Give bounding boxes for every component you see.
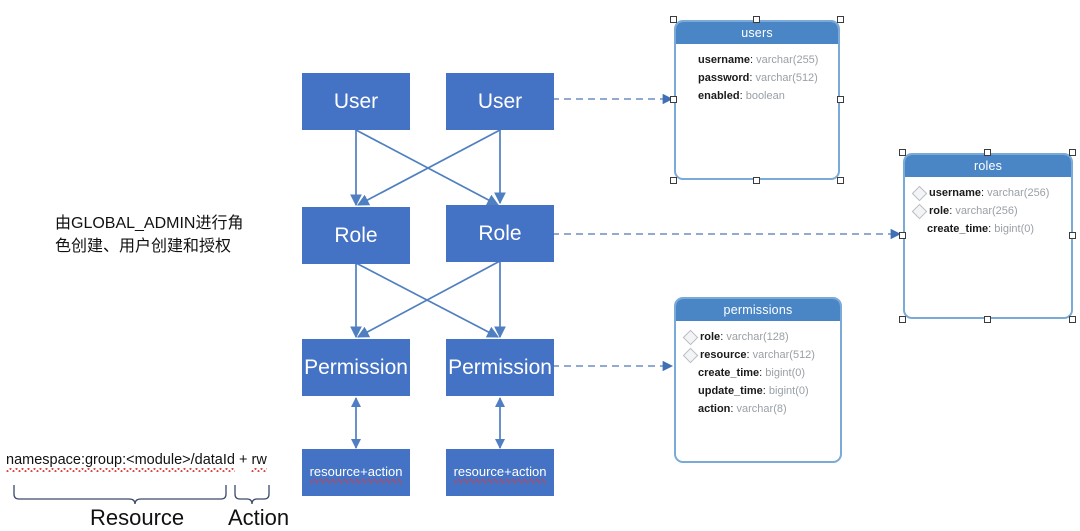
er-table-permissions-fields: role : varchar(128) resource : varchar(5… (676, 321, 840, 418)
node-role-left-label: Role (334, 223, 378, 247)
chinese-note-line2: 色创建、用户创建和授权 (55, 238, 232, 256)
chinese-note-line1: 由GLOBAL_ADMIN进行角 (55, 215, 244, 232)
table-row[interactable]: password : varchar(512) (676, 69, 838, 87)
er-table-permissions-title: permissions (676, 299, 840, 321)
expression-plus: + (234, 452, 252, 468)
field-name: username (698, 54, 750, 66)
node-resource-action-left-label: resource+action (309, 463, 403, 484)
node-user-right[interactable]: User (446, 73, 554, 130)
resize-handle-w[interactable] (899, 232, 906, 239)
resize-handle-nw[interactable] (670, 16, 677, 23)
node-permission-left-label: Permission (304, 355, 408, 379)
table-row[interactable]: action : varchar(8) (676, 400, 840, 418)
table-row[interactable]: username : varchar(256) (905, 184, 1071, 202)
node-permission-left[interactable]: Permission (302, 339, 410, 396)
table-row[interactable]: username : varchar(255) (676, 51, 838, 69)
table-row[interactable]: create_time : bigint(0) (905, 220, 1071, 238)
chinese-note: 由GLOBAL_ADMIN进行角 色创建、用户创建和授权 (55, 212, 285, 258)
brace-action-label: Action (228, 505, 290, 530)
er-table-roles[interactable]: roles username : varchar(256) role : var… (903, 153, 1073, 319)
table-row[interactable]: create_time : bigint(0) (676, 364, 840, 382)
diagram-canvas: User User Role Role Permission Permissio… (0, 0, 1080, 531)
field-name: password (698, 72, 750, 84)
er-table-permissions[interactable]: permissions role : varchar(128) resource… (674, 297, 842, 463)
edge-roleR-permL (356, 260, 501, 338)
field-type: varchar(256) (987, 187, 1050, 199)
brace-resource-label: Resource (90, 505, 185, 530)
field-name: create_time (698, 367, 760, 379)
field-type: varchar(512) (752, 349, 815, 361)
node-resource-action-left[interactable]: resource+action (302, 449, 410, 496)
node-resource-action-right[interactable]: resource+action (446, 449, 554, 496)
expression-resource-part: namespace:group:<module>/dataId (6, 452, 235, 472)
table-row[interactable]: update_time : bigint(0) (676, 382, 840, 400)
er-table-roles-title: roles (905, 155, 1071, 177)
resize-handle-nw[interactable] (899, 149, 906, 156)
node-resource-action-right-label: resource+action (453, 463, 547, 484)
field-name: role (929, 205, 950, 217)
permission-expression: namespace:group:<module>/dataId + rw (6, 452, 268, 472)
er-table-users-title: users (676, 22, 838, 44)
edge-roleL-permR (355, 262, 500, 338)
er-table-users-fields: username : varchar(255) password : varch… (676, 44, 838, 105)
node-role-right[interactable]: Role (446, 205, 554, 262)
field-name: update_time (698, 385, 763, 397)
resize-handle-e[interactable] (837, 96, 844, 103)
node-user-left-label: User (333, 89, 379, 113)
field-name: username (929, 187, 981, 199)
resize-handle-w[interactable] (670, 96, 677, 103)
table-row[interactable]: role : varchar(256) (905, 202, 1071, 220)
field-name: create_time (927, 223, 989, 235)
table-row[interactable]: resource : varchar(512) (676, 346, 840, 364)
field-type: varchar(512) (755, 72, 818, 84)
field-type: varchar(255) (756, 54, 819, 66)
field-type: varchar(8) (736, 403, 787, 415)
resize-handle-n[interactable] (984, 149, 991, 156)
resize-handle-se[interactable] (837, 177, 844, 184)
field-type: bigint(0) (765, 367, 806, 379)
field-name: resource (700, 349, 747, 361)
resize-handle-n[interactable] (753, 16, 760, 23)
er-table-users[interactable]: users username : varchar(255) password :… (674, 20, 840, 180)
resize-handle-ne[interactable] (1069, 149, 1076, 156)
resize-handle-se[interactable] (1069, 316, 1076, 323)
field-name: action (698, 403, 731, 415)
resize-handle-ne[interactable] (837, 16, 844, 23)
field-type: varchar(256) (955, 205, 1018, 217)
edge-userR-roleL (356, 129, 501, 206)
node-user-right-label: User (477, 89, 523, 113)
node-permission-right-label: Permission (448, 355, 552, 379)
primary-key-icon (911, 203, 928, 219)
resize-handle-s[interactable] (753, 177, 760, 184)
field-type: boolean (745, 90, 785, 102)
node-role-right-label: Role (478, 221, 522, 245)
table-row[interactable]: enabled : boolean (676, 87, 838, 105)
brace-action (234, 485, 270, 505)
primary-key-icon (682, 347, 699, 363)
brace-resource (13, 485, 227, 505)
resize-handle-sw[interactable] (899, 316, 906, 323)
edge-userL-roleR (355, 129, 500, 206)
node-permission-right[interactable]: Permission (446, 339, 554, 396)
resize-handle-sw[interactable] (670, 177, 677, 184)
expression-action-part: rw (251, 452, 268, 472)
node-role-left[interactable]: Role (302, 207, 410, 264)
primary-key-icon (682, 329, 699, 345)
table-row[interactable]: role : varchar(128) (676, 328, 840, 346)
field-type: bigint(0) (994, 223, 1035, 235)
field-name: role (700, 331, 721, 343)
field-type: bigint(0) (768, 385, 809, 397)
node-user-left[interactable]: User (302, 73, 410, 130)
field-name: enabled (698, 90, 740, 102)
er-table-roles-fields: username : varchar(256) role : varchar(2… (905, 177, 1071, 238)
resize-handle-s[interactable] (984, 316, 991, 323)
primary-key-icon (911, 185, 928, 201)
resize-handle-e[interactable] (1069, 232, 1076, 239)
field-type: varchar(128) (726, 331, 789, 343)
